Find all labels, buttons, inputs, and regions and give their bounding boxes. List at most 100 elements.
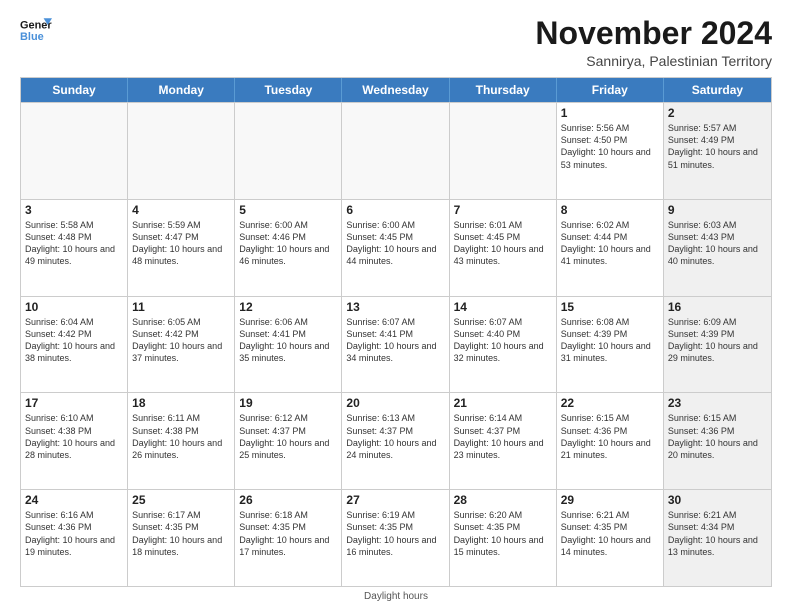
day-cell-12: 12 Sunrise: 6:06 AM Sunset: 4:41 PM Dayli… (235, 297, 342, 393)
day-number: 16 (668, 300, 767, 314)
day-details: Sunrise: 6:07 AM Sunset: 4:41 PM Dayligh… (346, 316, 444, 365)
day-details: Sunrise: 6:17 AM Sunset: 4:35 PM Dayligh… (132, 509, 230, 558)
day-details: Sunrise: 6:00 AM Sunset: 4:45 PM Dayligh… (346, 219, 444, 268)
day-number: 11 (132, 300, 230, 314)
day-number: 3 (25, 203, 123, 217)
day-number: 7 (454, 203, 552, 217)
weekday-header-saturday: Saturday (664, 78, 771, 102)
day-details: Sunrise: 6:04 AM Sunset: 4:42 PM Dayligh… (25, 316, 123, 365)
day-number: 4 (132, 203, 230, 217)
calendar-header: SundayMondayTuesdayWednesdayThursdayFrid… (21, 78, 771, 102)
empty-cell (21, 103, 128, 199)
day-cell-4: 4Sunrise: 5:59 AM Sunset: 4:47 PM Daylig… (128, 200, 235, 296)
day-details: Sunrise: 6:00 AM Sunset: 4:46 PM Dayligh… (239, 219, 337, 268)
day-details: Sunrise: 6:18 AM Sunset: 4:35 PM Dayligh… (239, 509, 337, 558)
week-row-3: 17 Sunrise: 6:10 AM Sunset: 4:38 PM Dayli… (21, 392, 771, 489)
day-details: Sunrise: 6:19 AM Sunset: 4:35 PM Dayligh… (346, 509, 444, 558)
day-cell-30: 30Sunrise: 6:21 AM Sunset: 4:34 PM Dayli… (664, 490, 771, 586)
empty-cell (450, 103, 557, 199)
day-number: 25 (132, 493, 230, 507)
day-number: 24 (25, 493, 123, 507)
day-details: Sunrise: 5:57 AM Sunset: 4:49 PM Dayligh… (668, 122, 767, 171)
weekday-header-tuesday: Tuesday (235, 78, 342, 102)
day-number: 27 (346, 493, 444, 507)
day-cell-10: 10 Sunrise: 6:04 AM Sunset: 4:42 PM Dayli… (21, 297, 128, 393)
calendar-body: 1 Sunrise: 5:56 AM Sunset: 4:50 PM Daylig… (21, 102, 771, 586)
day-cell-3: 3 Sunrise: 5:58 AM Sunset: 4:48 PM Daylig… (21, 200, 128, 296)
week-row-2: 10 Sunrise: 6:04 AM Sunset: 4:42 PM Dayli… (21, 296, 771, 393)
day-number: 5 (239, 203, 337, 217)
logo: General Blue (20, 16, 52, 44)
svg-text:Blue: Blue (20, 31, 44, 43)
day-cell-16: 16Sunrise: 6:09 AM Sunset: 4:39 PM Dayli… (664, 297, 771, 393)
day-number: 8 (561, 203, 659, 217)
day-cell-14: 14 Sunrise: 6:07 AM Sunset: 4:40 PM Dayli… (450, 297, 557, 393)
header: General Blue November 2024 Sannirya, Pal… (20, 16, 772, 69)
day-cell-17: 17 Sunrise: 6:10 AM Sunset: 4:38 PM Dayli… (21, 393, 128, 489)
day-number: 22 (561, 396, 659, 410)
day-number: 17 (25, 396, 123, 410)
weekday-header-monday: Monday (128, 78, 235, 102)
day-number: 30 (668, 493, 767, 507)
day-details: Sunrise: 6:15 AM Sunset: 4:36 PM Dayligh… (561, 412, 659, 461)
day-number: 9 (668, 203, 767, 217)
day-details: Sunrise: 6:15 AM Sunset: 4:36 PM Dayligh… (668, 412, 767, 461)
day-number: 1 (561, 106, 659, 120)
day-cell-27: 27 Sunrise: 6:19 AM Sunset: 4:35 PM Dayli… (342, 490, 449, 586)
day-cell-23: 23Sunrise: 6:15 AM Sunset: 4:36 PM Dayli… (664, 393, 771, 489)
logo-icon: General Blue (20, 16, 52, 44)
month-title: November 2024 (535, 16, 772, 51)
weekday-header-friday: Friday (557, 78, 664, 102)
day-number: 28 (454, 493, 552, 507)
day-details: Sunrise: 6:06 AM Sunset: 4:41 PM Dayligh… (239, 316, 337, 365)
title-block: November 2024 Sannirya, Palestinian Terr… (535, 16, 772, 69)
day-cell-13: 13 Sunrise: 6:07 AM Sunset: 4:41 PM Dayli… (342, 297, 449, 393)
week-row-1: 3 Sunrise: 5:58 AM Sunset: 4:48 PM Daylig… (21, 199, 771, 296)
day-details: Sunrise: 6:10 AM Sunset: 4:38 PM Dayligh… (25, 412, 123, 461)
weekday-header-thursday: Thursday (450, 78, 557, 102)
page: General Blue November 2024 Sannirya, Pal… (0, 0, 792, 612)
day-details: Sunrise: 6:03 AM Sunset: 4:43 PM Dayligh… (668, 219, 767, 268)
day-cell-2: 2 Sunrise: 5:57 AM Sunset: 4:49 PM Daylig… (664, 103, 771, 199)
day-cell-8: 8Sunrise: 6:02 AM Sunset: 4:44 PM Daylig… (557, 200, 664, 296)
day-number: 10 (25, 300, 123, 314)
day-details: Sunrise: 6:05 AM Sunset: 4:42 PM Dayligh… (132, 316, 230, 365)
day-number: 20 (346, 396, 444, 410)
day-cell-15: 15 Sunrise: 6:08 AM Sunset: 4:39 PM Dayli… (557, 297, 664, 393)
day-number: 18 (132, 396, 230, 410)
day-details: Sunrise: 6:12 AM Sunset: 4:37 PM Dayligh… (239, 412, 337, 461)
day-details: Sunrise: 6:01 AM Sunset: 4:45 PM Dayligh… (454, 219, 552, 268)
day-cell-1: 1 Sunrise: 5:56 AM Sunset: 4:50 PM Daylig… (557, 103, 664, 199)
footer-note: Daylight hours (20, 591, 772, 602)
day-number: 12 (239, 300, 337, 314)
day-cell-21: 21Sunrise: 6:14 AM Sunset: 4:37 PM Dayli… (450, 393, 557, 489)
day-cell-20: 20 Sunrise: 6:13 AM Sunset: 4:37 PM Dayli… (342, 393, 449, 489)
day-number: 6 (346, 203, 444, 217)
empty-cell (235, 103, 342, 199)
day-details: Sunrise: 5:56 AM Sunset: 4:50 PM Dayligh… (561, 122, 659, 171)
day-number: 13 (346, 300, 444, 314)
day-cell-9: 9 Sunrise: 6:03 AM Sunset: 4:43 PM Daylig… (664, 200, 771, 296)
day-details: Sunrise: 6:08 AM Sunset: 4:39 PM Dayligh… (561, 316, 659, 365)
weekday-header-wednesday: Wednesday (342, 78, 449, 102)
day-cell-28: 28Sunrise: 6:20 AM Sunset: 4:35 PM Dayli… (450, 490, 557, 586)
weekday-header-sunday: Sunday (21, 78, 128, 102)
day-cell-5: 5 Sunrise: 6:00 AM Sunset: 4:46 PM Daylig… (235, 200, 342, 296)
day-details: Sunrise: 5:58 AM Sunset: 4:48 PM Dayligh… (25, 219, 123, 268)
day-number: 29 (561, 493, 659, 507)
day-number: 19 (239, 396, 337, 410)
day-cell-26: 26Sunrise: 6:18 AM Sunset: 4:35 PM Dayli… (235, 490, 342, 586)
empty-cell (128, 103, 235, 199)
day-cell-25: 25 Sunrise: 6:17 AM Sunset: 4:35 PM Dayli… (128, 490, 235, 586)
day-number: 14 (454, 300, 552, 314)
day-number: 2 (668, 106, 767, 120)
day-cell-7: 7 Sunrise: 6:01 AM Sunset: 4:45 PM Daylig… (450, 200, 557, 296)
day-details: Sunrise: 6:13 AM Sunset: 4:37 PM Dayligh… (346, 412, 444, 461)
day-number: 21 (454, 396, 552, 410)
location: Sannirya, Palestinian Territory (535, 53, 772, 69)
day-details: Sunrise: 6:07 AM Sunset: 4:40 PM Dayligh… (454, 316, 552, 365)
empty-cell (342, 103, 449, 199)
week-row-0: 1 Sunrise: 5:56 AM Sunset: 4:50 PM Daylig… (21, 102, 771, 199)
day-cell-18: 18Sunrise: 6:11 AM Sunset: 4:38 PM Dayli… (128, 393, 235, 489)
day-number: 15 (561, 300, 659, 314)
